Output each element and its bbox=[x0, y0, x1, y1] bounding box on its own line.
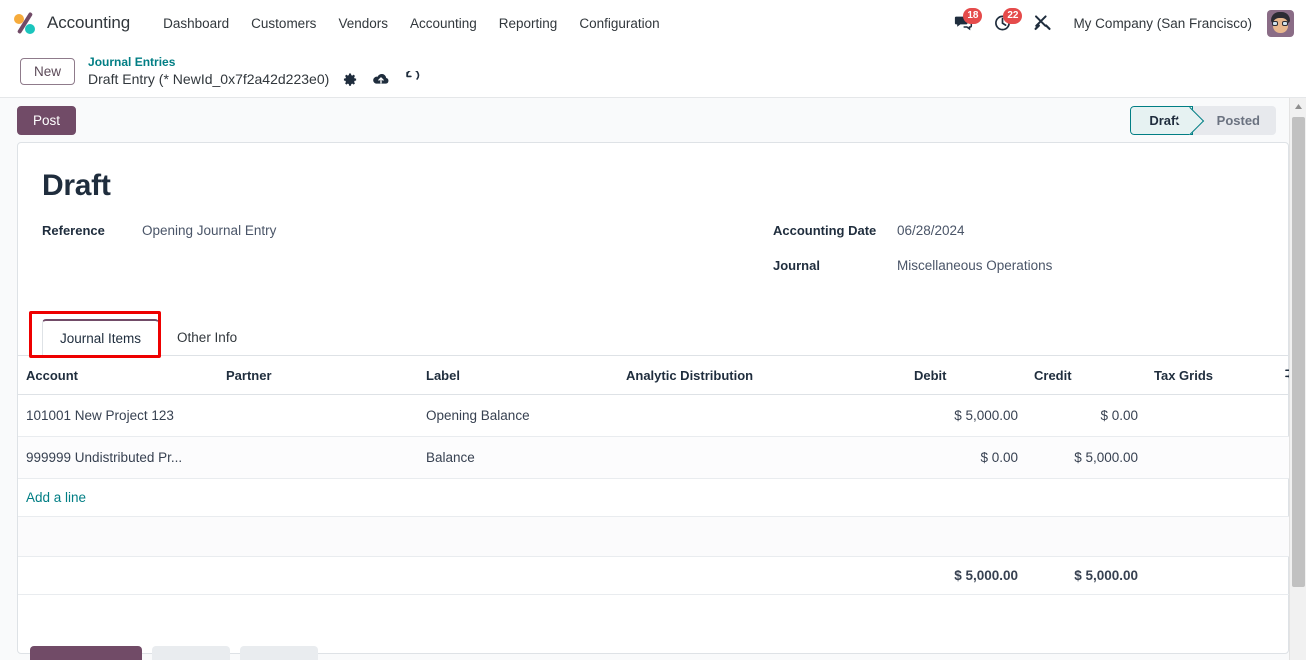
totals-credit: $ 5,000.00 bbox=[1026, 556, 1146, 595]
column-header-account[interactable]: Account bbox=[18, 356, 218, 395]
vertical-scrollbar[interactable] bbox=[1289, 98, 1306, 660]
activities-button[interactable]: 22 bbox=[983, 8, 1023, 37]
form-column-left: Reference Opening Journal Entry bbox=[42, 223, 653, 293]
table-header: Account Partner Label Analytic Distribut… bbox=[18, 356, 1306, 395]
add-a-line-button[interactable]: Add a line bbox=[26, 490, 86, 505]
cell-debit[interactable]: $ 0.00 bbox=[906, 436, 1026, 479]
field-journal-label: Journal bbox=[773, 258, 820, 273]
chatter-activities-button[interactable] bbox=[240, 646, 318, 660]
messages-badge: 18 bbox=[963, 8, 983, 24]
status-bar: Draft Posted bbox=[1130, 106, 1276, 135]
menu-item-customers[interactable]: Customers bbox=[240, 10, 327, 37]
brand-name: Accounting bbox=[47, 13, 131, 32]
main-menu: Dashboard Customers Vendors Accounting R… bbox=[152, 10, 671, 37]
field-accounting-date-label: Accounting Date bbox=[773, 223, 877, 238]
developer-tools-button[interactable] bbox=[1023, 9, 1063, 37]
totals-spacer-account bbox=[18, 556, 218, 595]
gear-icon[interactable] bbox=[343, 72, 358, 87]
table-row[interactable]: 999999 Undistributed Pr... Balance $ 0.0… bbox=[18, 436, 1306, 479]
breadcrumb-parent-journal-entries[interactable]: Journal Entries bbox=[88, 55, 420, 70]
column-header-credit[interactable]: Credit bbox=[1026, 356, 1146, 395]
menu-item-dashboard[interactable]: Dashboard bbox=[152, 10, 240, 37]
form-view-content: Post Draft Posted Draft Reference Openin… bbox=[0, 98, 1306, 660]
table-body: 101001 New Project 123 Opening Balance $… bbox=[18, 394, 1306, 595]
undo-icon[interactable] bbox=[404, 71, 420, 87]
column-header-analytic-distribution[interactable]: Analytic Distribution bbox=[618, 356, 906, 395]
table-filler-cell bbox=[18, 516, 1306, 557]
activities-badge: 22 bbox=[1003, 8, 1023, 24]
brand-home-link[interactable]: Accounting bbox=[12, 10, 130, 36]
cell-label[interactable]: Opening Balance bbox=[418, 394, 618, 437]
column-header-debit[interactable]: Debit bbox=[906, 356, 1026, 395]
breadcrumb-current-record: Draft Entry (* NewId_0x7f2a42d223e0) bbox=[88, 71, 330, 87]
page-title: Draft bbox=[42, 169, 111, 202]
table-filler-row bbox=[18, 516, 1306, 557]
tab-journal-items[interactable]: Journal Items bbox=[42, 319, 160, 356]
cell-credit[interactable]: $ 0.00 bbox=[1026, 394, 1146, 437]
scroll-up-arrow-icon[interactable] bbox=[1290, 98, 1306, 115]
field-reference-label: Reference bbox=[42, 223, 105, 238]
tab-other-info[interactable]: Other Info bbox=[159, 319, 255, 356]
status-step-draft[interactable]: Draft bbox=[1130, 106, 1193, 135]
wrench-tools-icon bbox=[1034, 15, 1052, 30]
field-journal-row: Journal Miscellaneous Operations bbox=[773, 258, 1264, 278]
column-header-partner[interactable]: Partner bbox=[218, 356, 418, 395]
totals-spacer-partner bbox=[218, 556, 418, 595]
totals-spacer-analytic bbox=[618, 556, 906, 595]
cell-label[interactable]: Balance bbox=[418, 436, 618, 479]
column-header-tax-grids[interactable]: Tax Grids bbox=[1146, 356, 1276, 395]
breadcrumb: Journal Entries Draft Entry (* NewId_0x7… bbox=[88, 55, 420, 88]
menu-item-reporting[interactable]: Reporting bbox=[488, 10, 569, 37]
cell-account[interactable]: 999999 Undistributed Pr... bbox=[18, 436, 218, 479]
totals-spacer-label bbox=[418, 556, 618, 595]
form-fields: Reference Opening Journal Entry Accounti… bbox=[42, 223, 1264, 293]
status-step-posted[interactable]: Posted bbox=[1193, 106, 1276, 135]
navbar-right-tools: 18 22 My Company (San Francisco) bbox=[943, 0, 1294, 46]
form-sheet-wrapper: Draft Reference Opening Journal Entry Ac… bbox=[0, 142, 1306, 654]
breadcrumb-bar: New Journal Entries Draft Entry (* NewId… bbox=[0, 46, 1306, 98]
cell-partner[interactable] bbox=[218, 436, 418, 479]
chatter-log-note-button[interactable] bbox=[152, 646, 230, 660]
column-header-label[interactable]: Label bbox=[418, 356, 618, 395]
menu-item-configuration[interactable]: Configuration bbox=[568, 10, 670, 37]
add-line-row[interactable]: Add a line bbox=[18, 478, 1306, 517]
scrollbar-thumb[interactable] bbox=[1292, 117, 1305, 587]
cell-debit[interactable]: $ 5,000.00 bbox=[906, 394, 1026, 437]
cell-partner[interactable] bbox=[218, 394, 418, 437]
form-sheet: Draft Reference Opening Journal Entry Ac… bbox=[17, 142, 1306, 654]
chatter-send-message-button[interactable] bbox=[30, 646, 142, 660]
table-header-row: Account Partner Label Analytic Distribut… bbox=[18, 356, 1306, 395]
form-column-right: Accounting Date 06/28/2024 Journal Misce… bbox=[653, 223, 1264, 293]
field-reference-row: Reference Opening Journal Entry bbox=[42, 223, 653, 243]
cell-account[interactable]: 101001 New Project 123 bbox=[18, 394, 218, 437]
notebook-tabs: Journal Items Other Info bbox=[18, 311, 1288, 358]
control-panel: Post Draft Posted bbox=[0, 98, 1306, 142]
totals-debit: $ 5,000.00 bbox=[906, 556, 1026, 595]
totals-row: $ 5,000.00 $ 5,000.00 bbox=[18, 556, 1306, 595]
cell-analytic-distribution[interactable] bbox=[618, 394, 906, 437]
chatter-toolbar bbox=[17, 646, 1289, 660]
top-navbar: Accounting Dashboard Customers Vendors A… bbox=[0, 0, 1306, 46]
journal-items-table: Account Partner Label Analytic Distribut… bbox=[18, 356, 1306, 595]
cell-analytic-distribution[interactable] bbox=[618, 436, 906, 479]
company-switcher[interactable]: My Company (San Francisco) bbox=[1063, 10, 1262, 37]
menu-item-vendors[interactable]: Vendors bbox=[327, 10, 399, 37]
table-row[interactable]: 101001 New Project 123 Opening Balance $… bbox=[18, 394, 1306, 437]
field-accounting-date-row: Accounting Date 06/28/2024 bbox=[773, 223, 1264, 243]
new-record-button[interactable]: New bbox=[20, 58, 76, 85]
field-reference-value[interactable]: Opening Journal Entry bbox=[142, 223, 276, 238]
user-avatar[interactable] bbox=[1267, 9, 1294, 37]
messages-button[interactable]: 18 bbox=[943, 8, 983, 37]
odoo-logo-icon bbox=[12, 10, 38, 36]
cloud-upload-icon[interactable] bbox=[372, 72, 390, 87]
cell-tax-grids[interactable] bbox=[1146, 394, 1276, 437]
cell-tax-grids[interactable] bbox=[1146, 436, 1276, 479]
cell-credit[interactable]: $ 5,000.00 bbox=[1026, 436, 1146, 479]
menu-item-accounting[interactable]: Accounting bbox=[399, 10, 488, 37]
field-accounting-date-value[interactable]: 06/28/2024 bbox=[897, 223, 965, 238]
post-button[interactable]: Post bbox=[17, 105, 77, 135]
add-line-cell: Add a line bbox=[18, 478, 1306, 517]
totals-spacer-tax-grids bbox=[1146, 556, 1276, 595]
field-journal-value[interactable]: Miscellaneous Operations bbox=[897, 258, 1052, 273]
